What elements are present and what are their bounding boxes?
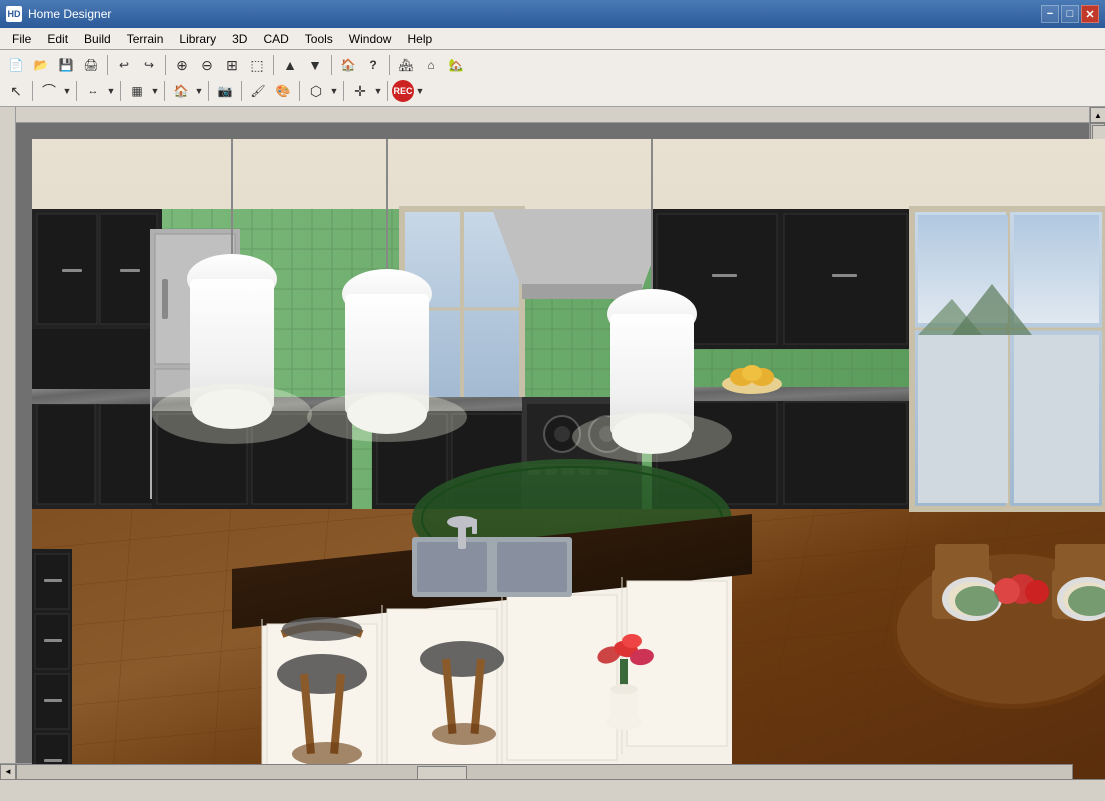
- statusbar: [0, 779, 1105, 801]
- sep3: [273, 55, 274, 75]
- dimension-button[interactable]: ↔: [81, 80, 105, 102]
- zoom-in-button[interactable]: ⊕: [170, 54, 194, 76]
- menu-tools[interactable]: Tools: [297, 28, 341, 49]
- select-button[interactable]: ↖: [4, 80, 28, 102]
- sep11: [241, 81, 242, 101]
- menubar: File Edit Build Terrain Library 3D CAD T…: [0, 28, 1105, 50]
- menu-file[interactable]: File: [4, 28, 39, 49]
- help-button[interactable]: ?: [361, 54, 385, 76]
- sep12: [299, 81, 300, 101]
- symbol-dropdown[interactable]: ▼: [329, 80, 339, 102]
- render-button[interactable]: 🏘: [394, 54, 418, 76]
- minimize-button[interactable]: −: [1041, 5, 1059, 23]
- scroll-track-bottom: [16, 764, 1073, 780]
- scroll-left-arrow[interactable]: ◄: [0, 764, 16, 780]
- scroll-up-arrow[interactable]: ▲: [1090, 107, 1105, 123]
- toolbar-row-1: 📄 📂 💾 🖨 ↩ ↪ ⊕ ⊖ ⊞ ⬚ ▲ ▼ 🏠 ? 🏘 ⌂ 🏡: [4, 52, 1101, 78]
- polyline-dropdown[interactable]: ▼: [62, 80, 72, 102]
- camera2-button[interactable]: 📷: [213, 80, 237, 102]
- open-button[interactable]: 📂: [29, 54, 53, 76]
- sep14: [387, 81, 388, 101]
- menu-build[interactable]: Build: [76, 28, 119, 49]
- sep7: [76, 81, 77, 101]
- pattern-button[interactable]: 🎨: [271, 80, 295, 102]
- window-controls: − □ ✕: [1041, 5, 1099, 23]
- sep1: [107, 55, 108, 75]
- transform-dropdown[interactable]: ▼: [373, 80, 383, 102]
- zoom-fit-button[interactable]: ⊞: [220, 54, 244, 76]
- sep5: [389, 55, 390, 75]
- polyline-button[interactable]: ⌒: [37, 80, 61, 102]
- ruler-left: [0, 107, 16, 763]
- close-button[interactable]: ✕: [1081, 5, 1099, 23]
- record-dropdown[interactable]: ▼: [415, 80, 425, 102]
- toolbars: 📄 📂 💾 🖨 ↩ ↪ ⊕ ⊖ ⊞ ⬚ ▲ ▼ 🏠 ? 🏘 ⌂ 🏡 ↖ ⌒ ▼ …: [0, 50, 1105, 107]
- sep9: [164, 81, 165, 101]
- app-icon: HD: [6, 6, 22, 22]
- save-button[interactable]: 💾: [54, 54, 78, 76]
- ruler-top: [16, 107, 1089, 123]
- maximize-button[interactable]: □: [1061, 5, 1079, 23]
- canvas-container: [16, 107, 1089, 763]
- menu-window[interactable]: Window: [341, 28, 400, 49]
- undo-button[interactable]: ↩: [112, 54, 136, 76]
- kitchen-scene: [32, 139, 1105, 779]
- sep2: [165, 55, 166, 75]
- menu-edit[interactable]: Edit: [39, 28, 76, 49]
- dimension-dropdown[interactable]: ▼: [106, 80, 116, 102]
- transform-button[interactable]: ✛: [348, 80, 372, 102]
- menu-terrain[interactable]: Terrain: [119, 28, 172, 49]
- nav-down-button[interactable]: ▼: [303, 54, 327, 76]
- sep4: [331, 55, 332, 75]
- scroll-thumb-bottom[interactable]: [417, 766, 467, 780]
- house-button[interactable]: ⌂: [419, 54, 443, 76]
- scrollbar-bottom-container: ◄ ►: [0, 763, 1105, 779]
- menu-help[interactable]: Help: [399, 28, 440, 49]
- sep10: [208, 81, 209, 101]
- redo-button[interactable]: ↪: [137, 54, 161, 76]
- exterior-button[interactable]: 🏡: [444, 54, 468, 76]
- camera-button[interactable]: 🏠: [336, 54, 360, 76]
- window-title: Home Designer: [28, 7, 1041, 21]
- floor-dropdown[interactable]: ▼: [150, 80, 160, 102]
- paint-button[interactable]: 🖌: [246, 80, 270, 102]
- wall-type-button[interactable]: 🏠: [169, 80, 193, 102]
- floor-button[interactable]: ▦: [125, 80, 149, 102]
- nav-up-button[interactable]: ▲: [278, 54, 302, 76]
- menu-3d[interactable]: 3D: [224, 28, 255, 49]
- menu-cad[interactable]: CAD: [255, 28, 296, 49]
- wall-dropdown[interactable]: ▼: [194, 80, 204, 102]
- sep6: [32, 81, 33, 101]
- record-button[interactable]: REC: [392, 80, 414, 102]
- kitchen-render-area[interactable]: [32, 139, 1105, 779]
- sep8: [120, 81, 121, 101]
- zoom-out-button[interactable]: ⊖: [195, 54, 219, 76]
- zoom-window-button[interactable]: ⬚: [245, 54, 269, 76]
- print-button[interactable]: 🖨: [79, 54, 103, 76]
- sep13: [343, 81, 344, 101]
- toolbar-row-2: ↖ ⌒ ▼ ↔ ▼ ▦ ▼ 🏠 ▼ 📷 🖌 🎨 ⬡ ▼ ✛ ▼ REC ▼: [4, 78, 1101, 104]
- new-button[interactable]: 📄: [4, 54, 28, 76]
- main-area: ▲ ▼: [0, 107, 1105, 763]
- symbol-button[interactable]: ⬡: [304, 80, 328, 102]
- menu-library[interactable]: Library: [171, 28, 224, 49]
- titlebar: HD Home Designer − □ ✕: [0, 0, 1105, 28]
